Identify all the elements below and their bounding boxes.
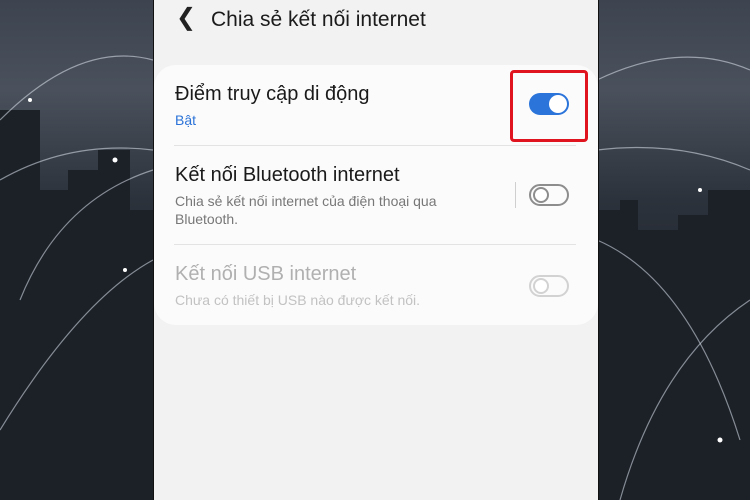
usb-tethering-toggle[interactable] — [529, 275, 569, 297]
toggle-knob — [533, 187, 549, 203]
setting-label: Điểm truy cập di động — [175, 83, 370, 105]
chevron-left-icon[interactable]: ❮ — [176, 6, 196, 30]
vertical-separator — [515, 182, 516, 208]
app-bar: ❮ Chia sẻ kết nối internet — [154, 0, 598, 52]
status-text: Bật — [175, 112, 197, 128]
setting-label: Kết nối Bluetooth internet — [175, 164, 400, 186]
setting-description: Chia sẻ kết nối internet của điện thoại … — [175, 193, 437, 227]
highlight-box — [510, 70, 588, 142]
setting-label: Kết nối USB internet — [175, 263, 357, 285]
toggle-knob — [533, 278, 549, 294]
setting-bluetooth-tethering[interactable]: Kết nối Bluetooth internet Chia sẻ kết n… — [154, 146, 598, 244]
bluetooth-tethering-toggle[interactable] — [529, 184, 569, 206]
page-title: Chia sẻ kết nối internet — [211, 8, 426, 31]
setting-usb-tethering[interactable]: Kết nối USB internet Chưa có thiết bị US… — [154, 245, 598, 325]
setting-description: Chưa có thiết bị USB nào được kết nối. — [175, 292, 421, 308]
